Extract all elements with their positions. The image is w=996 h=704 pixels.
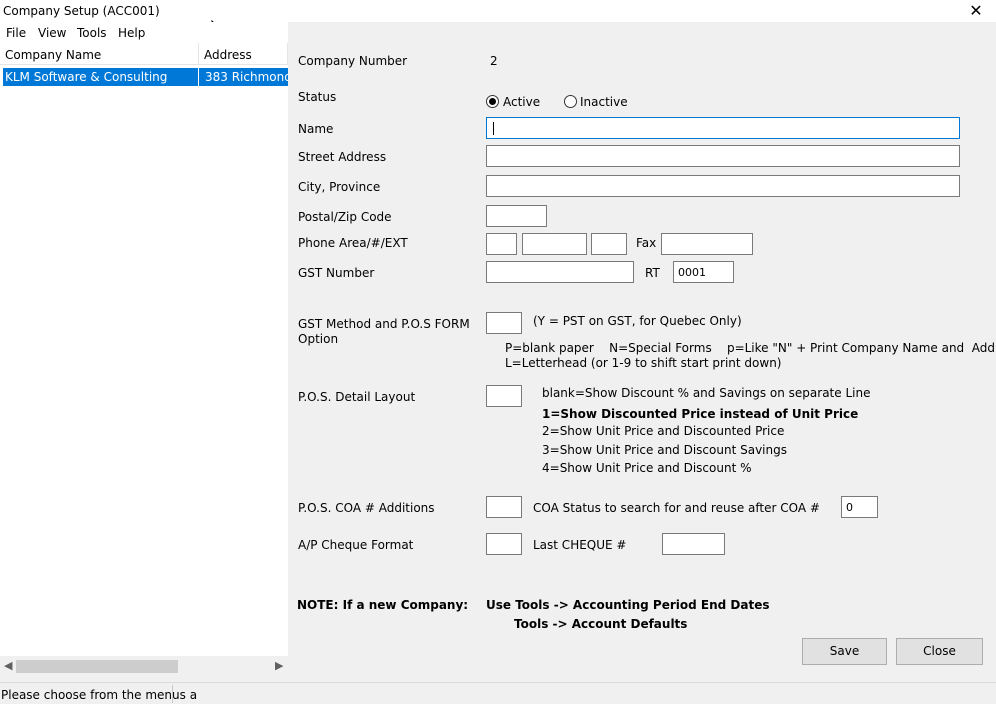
rt-input[interactable] bbox=[673, 261, 734, 283]
status-inactive-radio[interactable] bbox=[564, 95, 577, 108]
window-close-icon[interactable]: ✕ bbox=[966, 1, 986, 21]
status-label: Status bbox=[298, 90, 337, 104]
pos-coa-additions-input[interactable] bbox=[486, 496, 522, 518]
pos-detail-option: 4=Show Unit Price and Discount % bbox=[542, 461, 752, 475]
menu-view[interactable]: View bbox=[38, 26, 66, 40]
menu-file[interactable]: File bbox=[6, 26, 26, 40]
status-inactive-label[interactable]: Inactive bbox=[580, 95, 628, 109]
status-active-radio[interactable] bbox=[486, 95, 499, 108]
status-message: Please choose from the menus a bbox=[1, 688, 198, 702]
pos-detail-layout-input[interactable] bbox=[486, 385, 522, 407]
phone-number-input[interactable] bbox=[522, 233, 587, 255]
scroll-left-icon[interactable]: ◀ bbox=[4, 659, 12, 672]
column-header-address[interactable]: Address bbox=[199, 43, 288, 65]
postal-code-label: Postal/Zip Code bbox=[298, 210, 392, 224]
pos-detail-layout-label: P.O.S. Detail Layout bbox=[298, 390, 416, 404]
gst-method-label-line1: GST Method and P.O.S FORM bbox=[298, 317, 470, 331]
gst-method-label-line2: Option bbox=[298, 332, 339, 346]
list-horizontal-scrollbar[interactable]: ◀ ▶ bbox=[0, 656, 288, 677]
scroll-right-icon[interactable]: ▶ bbox=[275, 659, 283, 672]
ap-cheque-format-label: A/P Cheque Format bbox=[298, 538, 414, 552]
name-label: Name bbox=[298, 122, 334, 136]
phone-label: Phone Area/#/EXT bbox=[298, 236, 408, 250]
note-line-1: Use Tools -> Accounting Period End Dates bbox=[486, 598, 770, 612]
fax-input[interactable] bbox=[661, 233, 753, 255]
last-cheque-label: Last CHEQUE # bbox=[533, 538, 627, 552]
pos-detail-option: blank=Show Discount % and Savings on sep… bbox=[542, 386, 871, 400]
scrollbar-thumb[interactable] bbox=[16, 660, 178, 673]
pos-detail-option: 1=Show Discounted Price instead of Unit … bbox=[542, 407, 859, 421]
gst-method-input[interactable] bbox=[486, 312, 522, 334]
text-caret bbox=[493, 122, 494, 135]
menu-tools[interactable]: Tools bbox=[77, 26, 107, 40]
pos-form-hint-line1: P=blank paper N=Special Forms p=Like "N"… bbox=[505, 341, 996, 355]
street-address-input[interactable] bbox=[486, 145, 960, 167]
phone-area-input[interactable] bbox=[486, 233, 517, 255]
rt-label: RT bbox=[645, 266, 660, 280]
coa-status-input[interactable] bbox=[841, 496, 878, 518]
last-cheque-input[interactable] bbox=[662, 533, 725, 555]
close-button[interactable]: Close bbox=[896, 638, 983, 665]
street-address-label: Street Address bbox=[298, 150, 387, 164]
phone-ext-input[interactable] bbox=[591, 233, 627, 255]
radio-selected-dot bbox=[489, 98, 496, 105]
note-label: NOTE: If a new Company: bbox=[297, 598, 469, 612]
company-number-label: Company Number bbox=[298, 54, 408, 68]
pos-form-hint-line2: L=Letterhead (or 1-9 to shift start prin… bbox=[505, 356, 782, 370]
gst-number-label: GST Number bbox=[298, 266, 375, 280]
list-item[interactable]: KLM Software & Consulting 383 Richmond S… bbox=[3, 68, 288, 86]
gst-number-input[interactable] bbox=[486, 261, 634, 283]
column-header-company-name[interactable]: Company Name bbox=[0, 43, 199, 65]
company-number-value: 2 bbox=[490, 54, 498, 68]
save-button[interactable]: Save bbox=[802, 638, 887, 665]
pos-detail-option: 2=Show Unit Price and Discounted Price bbox=[542, 424, 785, 438]
company-list[interactable]: Company Name Address KLM Software & Cons… bbox=[0, 43, 288, 656]
status-active-label[interactable]: Active bbox=[503, 95, 540, 109]
company-form: Company Number 2 Status Active Inactive … bbox=[288, 43, 996, 682]
cell-divider bbox=[198, 68, 199, 86]
menu-bar: File View Tools Help bbox=[0, 22, 288, 43]
coa-status-label: COA Status to search for and reuse after… bbox=[533, 501, 820, 515]
window-title: Company Setup (ACC001) bbox=[3, 4, 160, 18]
fax-label: Fax bbox=[636, 236, 657, 250]
list-item-address: 383 Richmond St bbox=[205, 70, 288, 84]
ap-cheque-format-input[interactable] bbox=[486, 533, 522, 555]
postal-code-input[interactable] bbox=[486, 205, 547, 227]
note-line-2: Tools -> Account Defaults bbox=[514, 617, 688, 631]
status-bar-divider bbox=[172, 685, 173, 703]
list-item-company-name: KLM Software & Consulting bbox=[5, 70, 168, 84]
pos-detail-option: 3=Show Unit Price and Discount Savings bbox=[542, 443, 787, 457]
menu-help[interactable]: Help bbox=[118, 26, 145, 40]
name-input[interactable] bbox=[486, 117, 960, 139]
city-province-label: City, Province bbox=[298, 180, 381, 194]
city-province-input[interactable] bbox=[486, 175, 960, 197]
pos-coa-additions-label: P.O.S. COA # Additions bbox=[298, 501, 435, 515]
gst-method-hint: (Y = PST on GST, for Quebec Only) bbox=[533, 314, 742, 328]
